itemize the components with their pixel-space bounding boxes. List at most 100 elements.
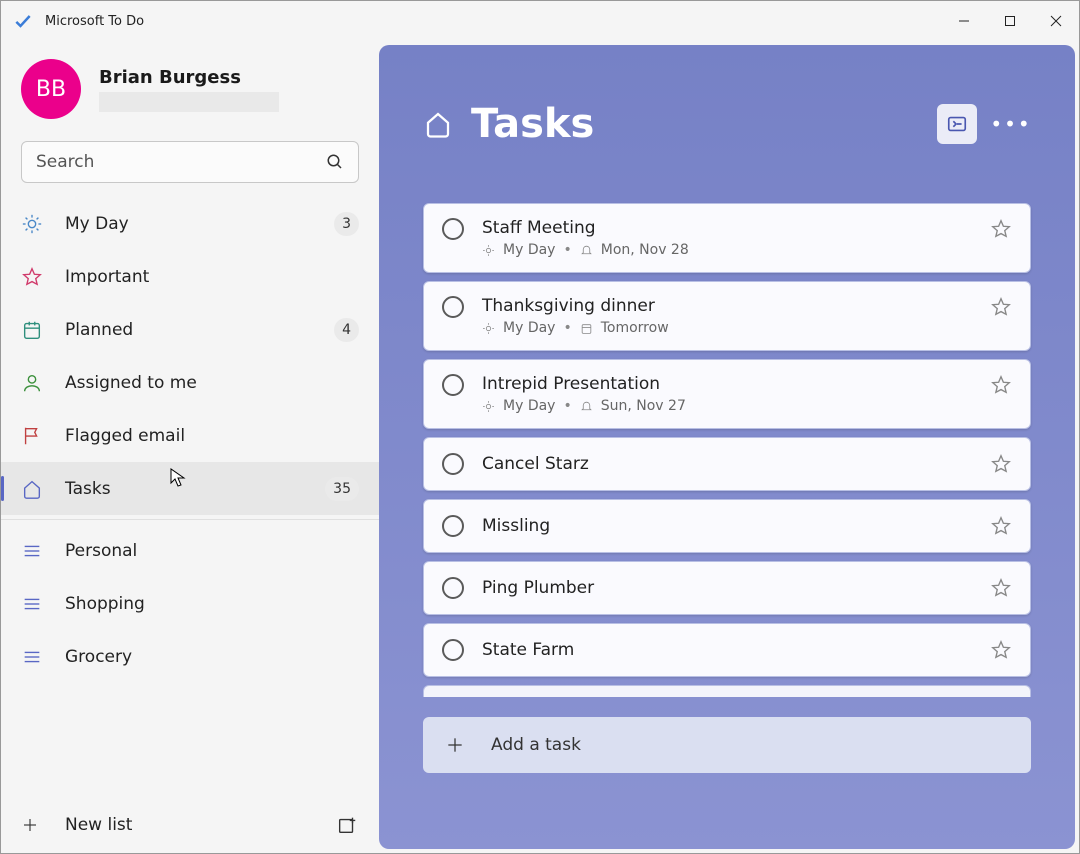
avatar: BB bbox=[21, 59, 81, 119]
sidebar-divider bbox=[1, 519, 379, 520]
task-meta: My Day • Mon, Nov 28 bbox=[482, 242, 978, 258]
nav-list: My Day 3 Important Planned 4 Assigned to… bbox=[1, 197, 379, 797]
task-list: Staff Meeting My Day • Mon, Nov 28 Thank… bbox=[423, 203, 1031, 697]
sun-icon bbox=[482, 322, 495, 335]
complete-checkbox[interactable] bbox=[442, 515, 464, 537]
sidebar-list-grocery[interactable]: Grocery bbox=[1, 630, 379, 683]
task-title: Missling bbox=[482, 516, 978, 536]
plus-icon bbox=[21, 816, 39, 834]
ellipsis-icon: ••• bbox=[990, 112, 1031, 136]
complete-checkbox[interactable] bbox=[442, 374, 464, 396]
sidebar-item-important[interactable]: Important bbox=[1, 250, 379, 303]
sidebar-item-label: Important bbox=[65, 267, 149, 287]
sidebar-list-shopping[interactable]: Shopping bbox=[1, 577, 379, 630]
add-task-input[interactable]: Add a task bbox=[423, 717, 1031, 773]
task-meta: My Day • Sun, Nov 27 bbox=[482, 398, 978, 414]
sidebar-badge: 3 bbox=[334, 212, 359, 236]
search-icon bbox=[326, 153, 344, 171]
sidebar-item-planned[interactable]: Planned 4 bbox=[1, 303, 379, 356]
user-email-redacted bbox=[99, 92, 279, 112]
list-icon bbox=[21, 593, 43, 615]
bell-icon bbox=[580, 244, 593, 257]
star-icon[interactable] bbox=[990, 218, 1012, 240]
sidebar-item-label: Flagged email bbox=[65, 426, 185, 446]
sidebar-item-label: Planned bbox=[65, 320, 133, 340]
task-meta: My Day • Tomorrow bbox=[482, 320, 978, 336]
person-icon bbox=[21, 372, 43, 394]
page-title: Tasks bbox=[471, 101, 594, 147]
sidebar-item-label: My Day bbox=[65, 214, 129, 234]
sidebar-item-assigned[interactable]: Assigned to me bbox=[1, 356, 379, 409]
task-title: Intrepid Presentation bbox=[482, 374, 978, 394]
flag-icon bbox=[21, 425, 43, 447]
new-list-button[interactable]: New list bbox=[21, 815, 335, 835]
new-list-label: New list bbox=[65, 815, 132, 835]
star-icon[interactable] bbox=[990, 374, 1012, 396]
more-options-button[interactable]: ••• bbox=[991, 104, 1031, 144]
star-icon[interactable] bbox=[990, 453, 1012, 475]
app-icon bbox=[13, 11, 33, 31]
main-header: Tasks ••• bbox=[423, 101, 1031, 147]
new-group-icon bbox=[336, 814, 358, 836]
sidebar-item-label: Assigned to me bbox=[65, 373, 197, 393]
sidebar: BB Brian Burgess My Day 3 Important bbox=[1, 41, 379, 853]
app-title: Microsoft To Do bbox=[45, 14, 144, 29]
task-title: State Farm bbox=[482, 640, 978, 660]
task-title: Ping Plumber bbox=[482, 578, 978, 598]
window-titlebar: Microsoft To Do bbox=[1, 1, 1079, 41]
new-group-button[interactable] bbox=[335, 813, 359, 837]
maximize-button[interactable] bbox=[987, 1, 1033, 41]
list-icon bbox=[21, 540, 43, 562]
sidebar-list-personal[interactable]: Personal bbox=[1, 524, 379, 577]
star-icon[interactable] bbox=[990, 639, 1012, 661]
sidebar-badge: 4 bbox=[334, 318, 359, 342]
sun-icon bbox=[482, 400, 495, 413]
plus-icon bbox=[445, 735, 465, 755]
home-icon bbox=[21, 478, 43, 500]
task-row[interactable]: Ping Plumber bbox=[423, 561, 1031, 615]
complete-checkbox[interactable] bbox=[442, 453, 464, 475]
task-row[interactable]: Cancel Starz bbox=[423, 437, 1031, 491]
close-button[interactable] bbox=[1033, 1, 1079, 41]
minimize-button[interactable] bbox=[941, 1, 987, 41]
task-row-partial bbox=[423, 685, 1031, 697]
sidebar-item-tasks[interactable]: Tasks 35 bbox=[1, 462, 379, 515]
complete-checkbox[interactable] bbox=[442, 577, 464, 599]
complete-checkbox[interactable] bbox=[442, 296, 464, 318]
task-row[interactable]: Missling bbox=[423, 499, 1031, 553]
task-row[interactable]: Thanksgiving dinner My Day • Tomorrow bbox=[423, 281, 1031, 351]
sidebar-item-label: Personal bbox=[65, 541, 137, 561]
calendar-icon bbox=[21, 319, 43, 341]
bell-icon bbox=[580, 400, 593, 413]
task-title: Cancel Starz bbox=[482, 454, 978, 474]
sidebar-item-flagged[interactable]: Flagged email bbox=[1, 409, 379, 462]
user-name: Brian Burgess bbox=[99, 67, 279, 88]
calendar-icon bbox=[580, 322, 593, 335]
sidebar-item-my-day[interactable]: My Day 3 bbox=[1, 197, 379, 250]
star-icon[interactable] bbox=[990, 515, 1012, 537]
task-row[interactable]: State Farm bbox=[423, 623, 1031, 677]
add-task-label: Add a task bbox=[491, 735, 581, 755]
complete-checkbox[interactable] bbox=[442, 639, 464, 661]
task-title: Thanksgiving dinner bbox=[482, 296, 978, 316]
window-controls bbox=[941, 1, 1079, 41]
star-icon[interactable] bbox=[990, 296, 1012, 318]
complete-checkbox[interactable] bbox=[442, 218, 464, 240]
task-title: Staff Meeting bbox=[482, 218, 978, 238]
star-icon bbox=[21, 266, 43, 288]
search-input[interactable] bbox=[21, 141, 359, 183]
search-field[interactable] bbox=[36, 152, 326, 172]
sidebar-badge: 35 bbox=[325, 477, 359, 501]
sidebar-item-label: Tasks bbox=[65, 479, 111, 499]
task-row[interactable]: Intrepid Presentation My Day • Sun, Nov … bbox=[423, 359, 1031, 429]
main-pane: Tasks ••• Staff Meeting My Day • bbox=[379, 45, 1075, 849]
home-icon bbox=[423, 109, 453, 139]
task-row[interactable]: Staff Meeting My Day • Mon, Nov 28 bbox=[423, 203, 1031, 273]
enter-icon bbox=[946, 113, 968, 135]
sun-icon bbox=[21, 213, 43, 235]
suggestions-button[interactable] bbox=[937, 104, 977, 144]
sidebar-item-label: Grocery bbox=[65, 647, 132, 667]
user-profile[interactable]: BB Brian Burgess bbox=[1, 49, 379, 129]
star-icon[interactable] bbox=[990, 577, 1012, 599]
sidebar-item-label: Shopping bbox=[65, 594, 145, 614]
